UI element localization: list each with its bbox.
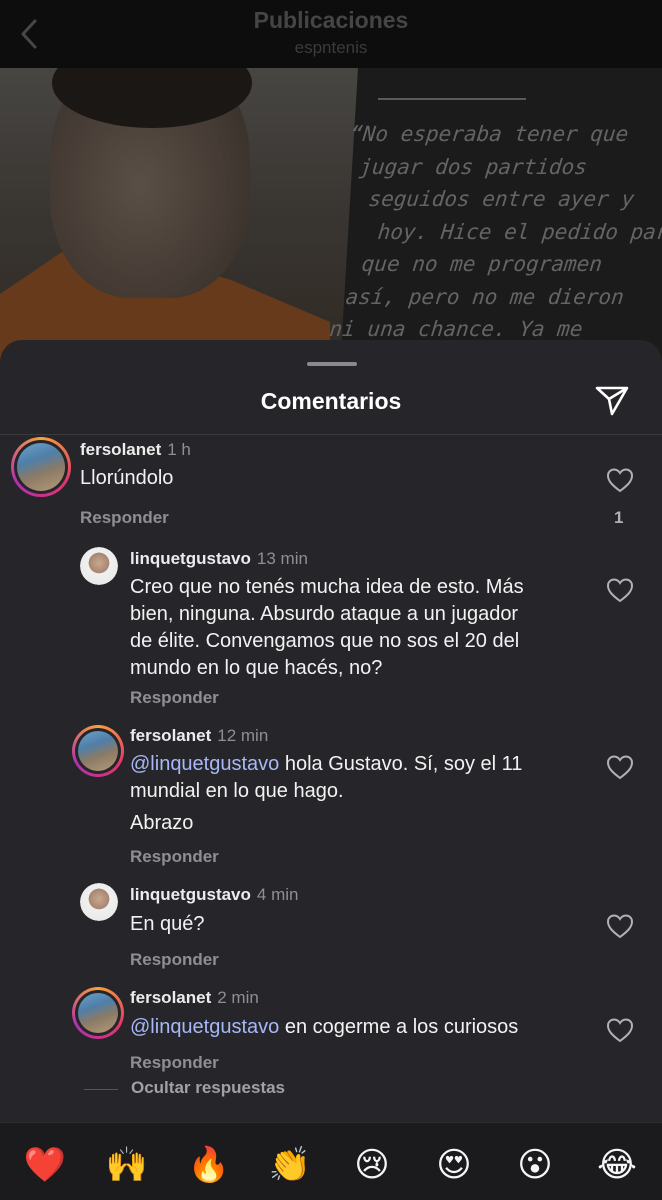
reply-button[interactable]: Responder bbox=[130, 847, 219, 867]
comment-time: 12 min bbox=[217, 726, 269, 745]
heart-outline-icon bbox=[606, 1018, 634, 1043]
like-button[interactable] bbox=[606, 467, 634, 493]
like-button[interactable] bbox=[606, 913, 634, 939]
avatar[interactable] bbox=[80, 547, 118, 585]
avatar[interactable] bbox=[72, 987, 124, 1039]
emoji-crying[interactable]: 😢 bbox=[350, 1143, 394, 1187]
comment-username[interactable]: fersolanet 12 min bbox=[130, 726, 268, 746]
share-button[interactable] bbox=[594, 382, 630, 418]
comment-time: 2 min bbox=[217, 988, 259, 1007]
header-divider bbox=[0, 434, 662, 435]
hide-replies-button[interactable]: Ocultar respuestas bbox=[131, 1078, 285, 1098]
comments-sheet: Comentarios fersolanet 1 h Llorúndolo Res… bbox=[0, 340, 662, 1200]
emoji-heart-eyes[interactable]: 😍 bbox=[432, 1143, 476, 1187]
like-button[interactable] bbox=[606, 1017, 634, 1043]
emoji-heart[interactable]: ❤️ bbox=[23, 1143, 67, 1187]
backdrop-overlay[interactable] bbox=[0, 0, 662, 368]
emoji-reaction-bar: ❤️ 🙌 🔥 👏 😢 😍 😮 😂 bbox=[0, 1122, 662, 1200]
heart-outline-icon bbox=[606, 468, 634, 493]
reply-button[interactable]: Responder bbox=[80, 508, 169, 528]
mention-link[interactable]: @linquetgustavo bbox=[130, 753, 279, 775]
heart-outline-icon bbox=[606, 578, 634, 603]
comment-username[interactable]: linquetgustavo 13 min bbox=[130, 549, 308, 569]
avatar[interactable] bbox=[80, 883, 118, 921]
comment-time: 4 min bbox=[256, 885, 299, 904]
comment-username[interactable]: fersolanet 2 min bbox=[130, 988, 259, 1008]
comment-time: 13 min bbox=[256, 549, 308, 568]
like-button[interactable] bbox=[606, 577, 634, 603]
like-button[interactable] bbox=[606, 754, 634, 780]
avatar[interactable] bbox=[11, 437, 71, 497]
emoji-raising-hands[interactable]: 🙌 bbox=[105, 1143, 149, 1187]
emoji-surprised[interactable]: 😮 bbox=[513, 1143, 557, 1187]
hide-replies-line bbox=[84, 1089, 118, 1090]
heart-outline-icon bbox=[606, 755, 634, 780]
reply-button[interactable]: Responder bbox=[130, 688, 219, 708]
heart-outline-icon bbox=[606, 914, 634, 939]
drag-handle[interactable] bbox=[307, 362, 357, 366]
comment-text: Creo que no tenés mucha idea de esto. Má… bbox=[130, 576, 524, 679]
emoji-fire[interactable]: 🔥 bbox=[187, 1143, 231, 1187]
comment-text: En qué? bbox=[130, 913, 205, 935]
comment-time: 1 h bbox=[167, 440, 191, 459]
avatar[interactable] bbox=[72, 725, 124, 777]
like-count: 1 bbox=[614, 508, 624, 527]
emoji-laughing[interactable]: 😂 bbox=[595, 1143, 639, 1187]
comment-username[interactable]: linquetgustavo 4 min bbox=[130, 885, 298, 905]
sheet-title: Comentarios bbox=[260, 388, 402, 414]
comment-text: Llorúndolo bbox=[80, 467, 174, 489]
emoji-clapping[interactable]: 👏 bbox=[268, 1143, 312, 1187]
comment-text: @linquetgustavo hola Gustavo. Sí, soy el… bbox=[130, 753, 523, 834]
comment-username[interactable]: fersolanet 1 h bbox=[80, 440, 191, 460]
reply-button[interactable]: Responder bbox=[130, 1053, 219, 1073]
paper-plane-icon bbox=[595, 386, 629, 416]
reply-button[interactable]: Responder bbox=[130, 950, 219, 970]
mention-link[interactable]: @linquetgustavo bbox=[130, 1016, 279, 1038]
comment-text: @linquetgustavo en cogerme a los curioso… bbox=[130, 1016, 519, 1038]
